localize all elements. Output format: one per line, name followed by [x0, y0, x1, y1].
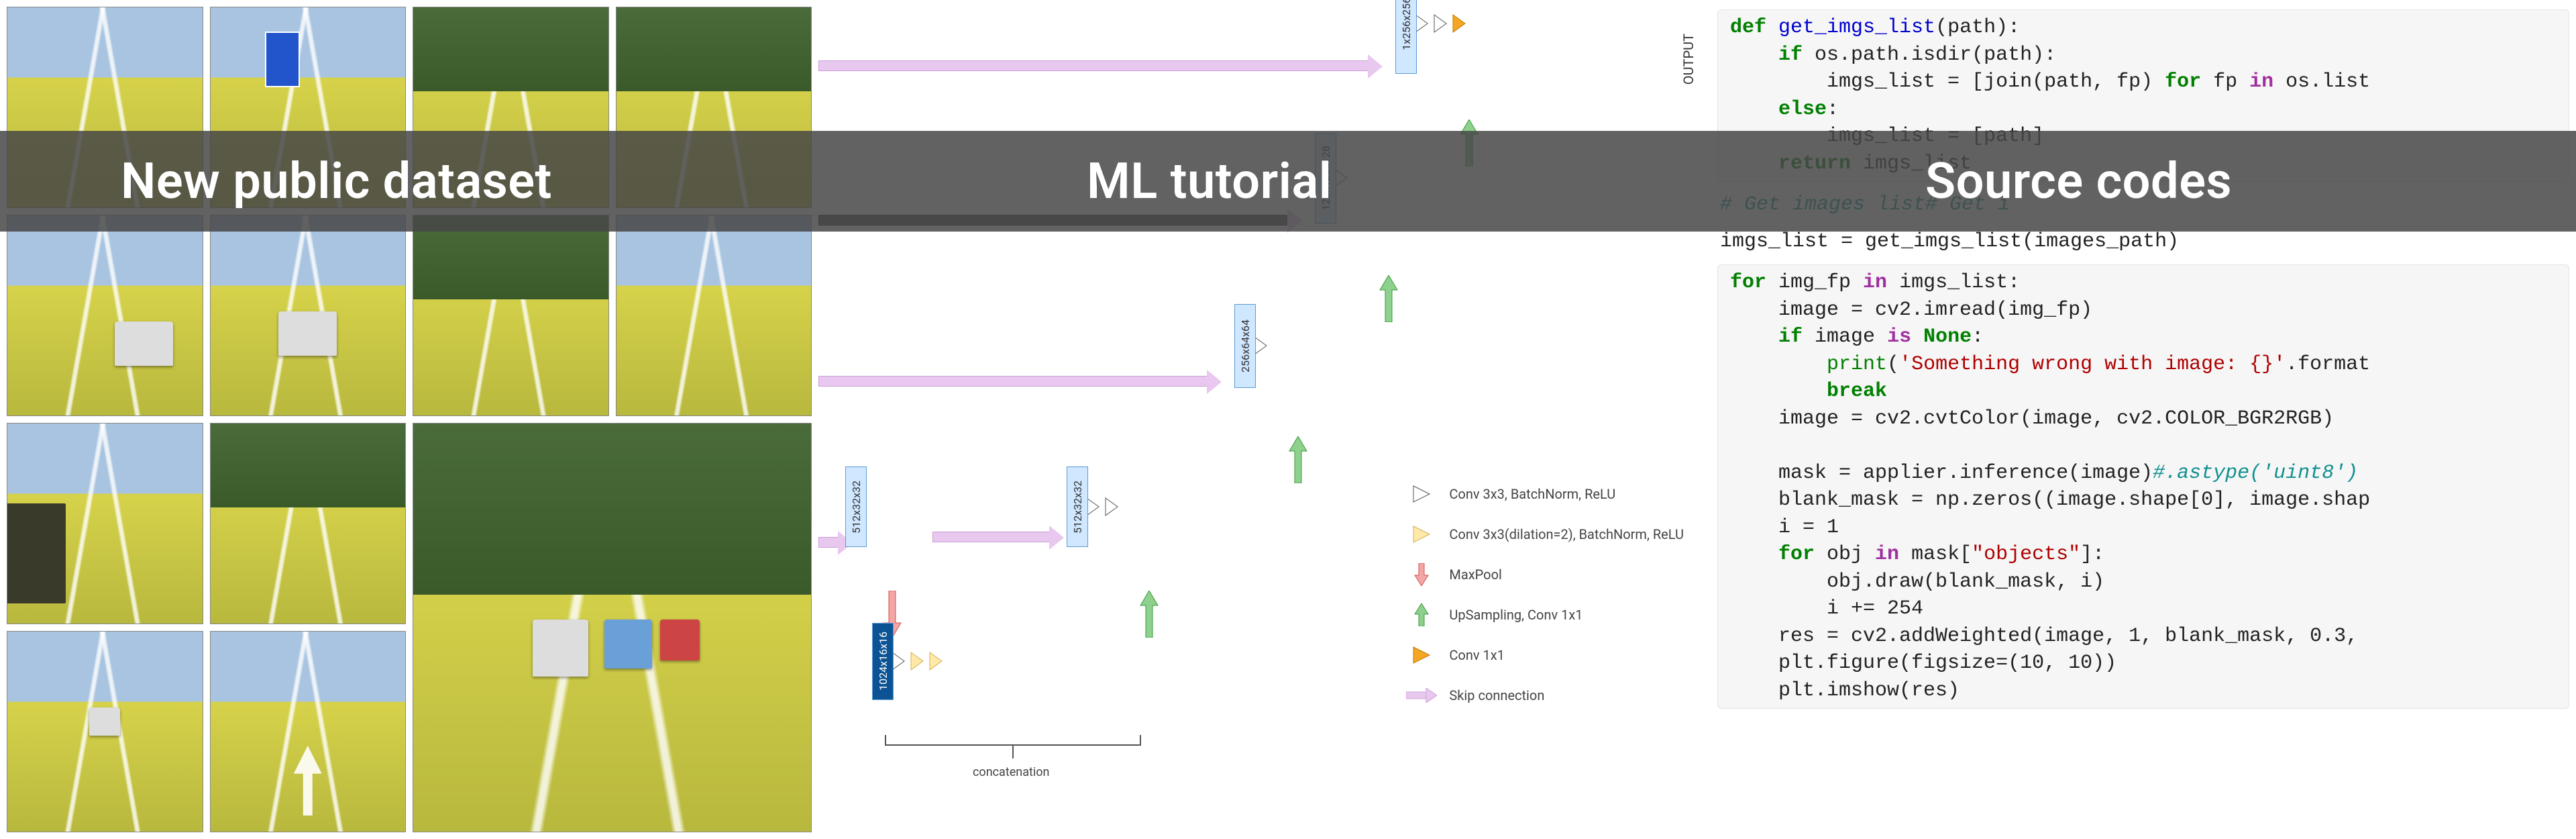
conv-block: 256x64x64 — [1234, 304, 1256, 388]
concat-label: concatenation — [973, 765, 1049, 779]
output-block: 1x256x256 — [1395, 0, 1417, 74]
legend-row: MaxPool — [1406, 564, 1684, 585]
legend-text: Skip connection — [1449, 687, 1544, 703]
legend-text: Conv 3x3(dilation=2), BatchNorm, ReLU — [1449, 526, 1684, 542]
conv-block: 1024x16x16 — [872, 623, 894, 700]
upsample-arrow-icon — [1139, 591, 1159, 638]
conv-op-icon — [1433, 13, 1448, 34]
headline-mid: ML tutorial — [1087, 152, 1332, 211]
legend-row: Conv 1x1 — [1406, 644, 1684, 666]
dataset-thumb — [210, 423, 407, 624]
dataset-thumb — [413, 215, 609, 416]
triangle-yellow-icon — [1406, 524, 1437, 545]
headline-band: New public dataset ML tutorial Source co… — [0, 131, 2576, 232]
dataset-thumb — [616, 215, 812, 416]
triangle-icon — [1406, 483, 1437, 505]
skip-connection-arrow — [932, 532, 1050, 542]
dataset-thumb — [7, 423, 203, 624]
upsample-arrow-icon — [1288, 436, 1308, 483]
arrow-purple-icon — [1406, 685, 1437, 706]
concat-bracket-icon — [879, 735, 1147, 769]
legend-row: Conv 3x3, BatchNorm, ReLU — [1406, 483, 1684, 505]
skip-connection-arrow — [818, 376, 1208, 387]
triangle-orange-icon — [1406, 644, 1437, 666]
dataset-thumb — [7, 215, 203, 416]
dataset-thumb — [7, 631, 203, 832]
conv-block: 512x32x32 — [1067, 466, 1088, 547]
legend-text: UpSampling, Conv 1x1 — [1449, 607, 1582, 623]
ml-diagram: 64x256x256 64x256x256 64x256x256 64x256x… — [818, 0, 1711, 839]
code-line: imgs_list = get_imgs_list(images_path) — [1717, 228, 2569, 256]
code-block: for img_fp in imgs_list: image = cv2.imr… — [1717, 264, 2569, 709]
source-code-panel: def get_imgs_list(path): if os.path.isdi… — [1711, 0, 2576, 839]
arrow-green-icon — [1406, 604, 1437, 626]
legend-row: UpSampling, Conv 1x1 — [1406, 604, 1684, 626]
dataset-thumbnails — [0, 0, 818, 839]
conv-dilated-icon — [910, 651, 924, 671]
upsample-arrow-icon — [1379, 275, 1399, 322]
headline-left: New public dataset — [121, 152, 552, 211]
legend-row: Conv 3x3(dilation=2), BatchNorm, ReLU — [1406, 524, 1684, 545]
dataset-thumb — [210, 215, 407, 416]
legend-text: Conv 1x1 — [1449, 647, 1505, 663]
conv1x1-icon — [1452, 13, 1466, 34]
arrow-red-icon — [1406, 564, 1437, 585]
dataset-thumb — [210, 631, 407, 832]
dataset-thumb-large — [413, 423, 812, 832]
legend-text: Conv 3x3, BatchNorm, ReLU — [1449, 486, 1615, 502]
root: 64x256x256 64x256x256 64x256x256 64x256x… — [0, 0, 2576, 839]
legend-text: MaxPool — [1449, 566, 1501, 583]
conv-block: 512x32x32 — [845, 466, 867, 547]
legend-row: Skip connection — [1406, 685, 1684, 706]
skip-connection-arrow — [818, 60, 1368, 71]
output-label: OUTPUT — [1680, 34, 1697, 85]
diagram-legend: Conv 3x3, BatchNorm, ReLU Conv 3x3(dilat… — [1406, 483, 1684, 725]
skip-connection-arrow — [818, 537, 839, 548]
conv-op-icon — [1104, 497, 1119, 517]
conv-dilated-icon — [928, 651, 943, 671]
headline-right: Source codes — [1925, 152, 2232, 211]
